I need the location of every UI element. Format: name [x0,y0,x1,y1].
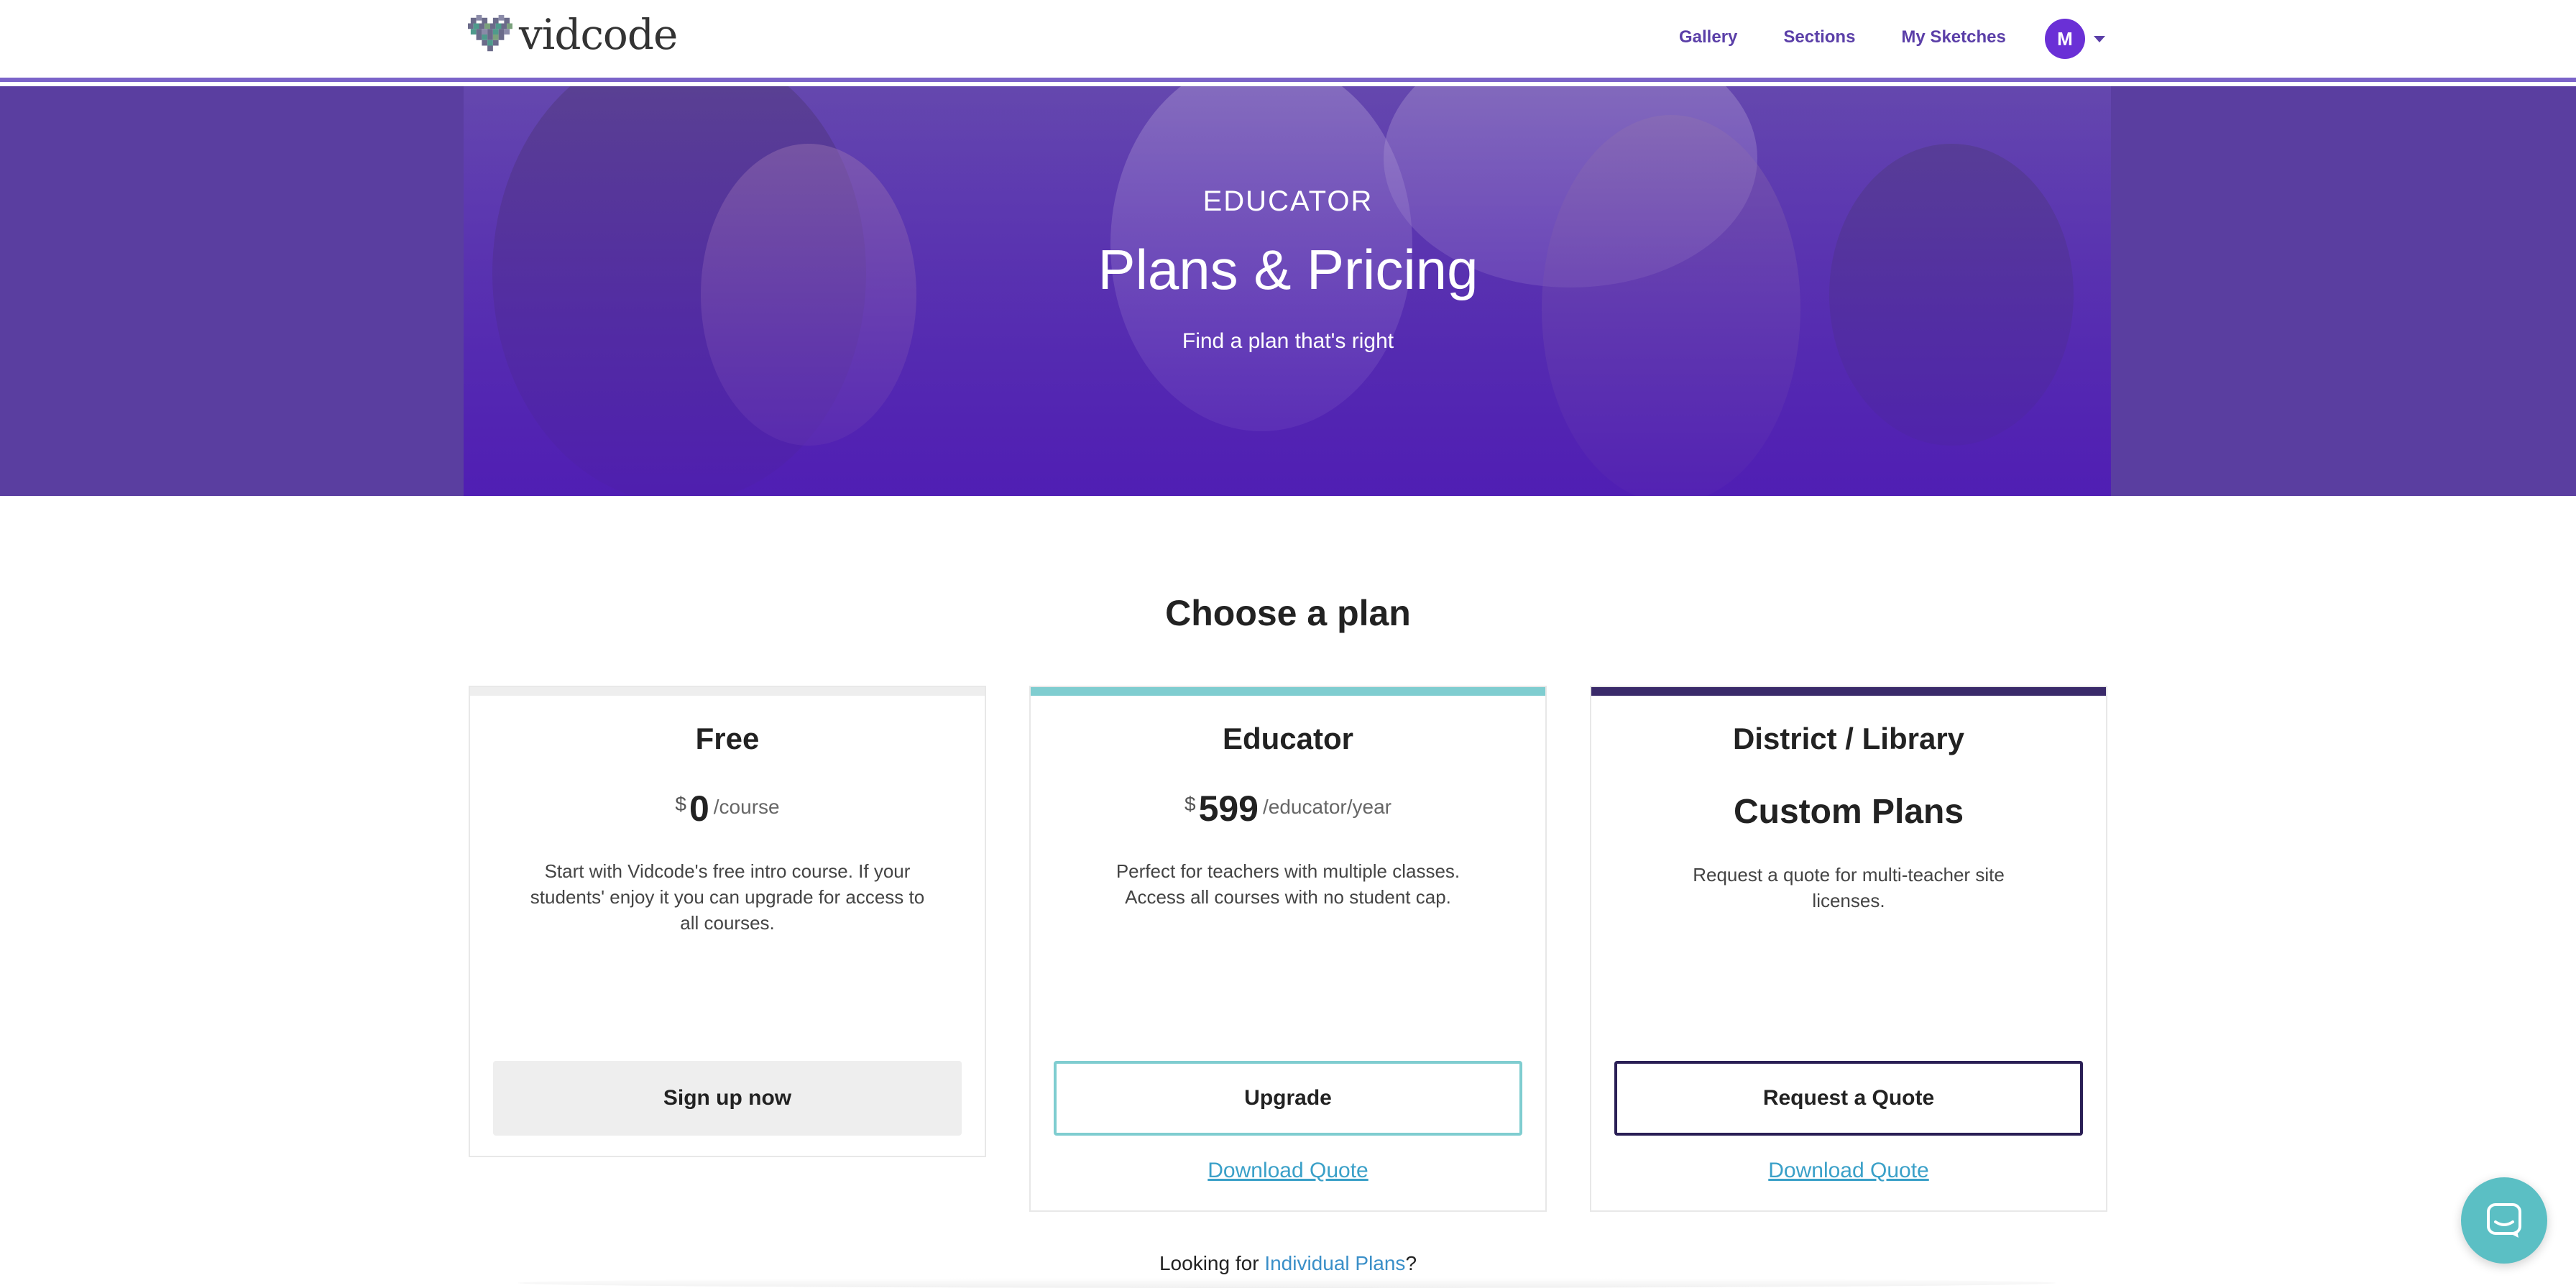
nav-link-sections[interactable]: Sections [1783,27,1855,47]
avatar[interactable]: M [2045,19,2085,59]
price-amount: 599 [1198,788,1259,829]
price-currency: $ [1184,793,1196,815]
plan-accent-bar [470,687,985,696]
chevron-down-icon[interactable] [2094,35,2105,42]
plan-description: Request a quote for multi-teacher site l… [1693,864,2005,911]
footer-shadow [518,1278,2056,1288]
vidcode-logo[interactable]: vidcode [467,10,678,59]
footer-suffix: ? [1405,1252,1417,1274]
pixel-heart-icon [468,14,512,52]
plan-name: Educator [1222,722,1354,755]
nav-link-gallery[interactable]: Gallery [1679,27,1737,47]
plan-card-free: Free $0/course Start with Vidcode's free… [469,686,986,1157]
hero-eyebrow: EDUCATOR [1202,185,1374,217]
plan-headline: Custom Plans [1733,793,1964,831]
hero-title: Plans & Pricing [1098,238,1478,301]
plan-name: Free [695,722,760,755]
hero-subtitle: Find a plan that's right [1182,329,1394,353]
footer-prefix: Looking for [1159,1252,1265,1274]
top-nav: vidcode Gallery Sections My Sketches M [0,0,2576,82]
nav-link-my-sketches[interactable]: My Sketches [1901,27,2005,47]
price-unit: /course [713,796,780,818]
plan-card-educator: Educator $599/educator/year Perfect for … [1029,686,1547,1212]
plan-accent-bar [1031,687,1545,696]
plan-description: Start with Vidcode's free intro course. … [530,860,925,934]
individual-plans-note: Looking for Individual Plans? [0,1252,2576,1275]
plan-name: District / Library [1732,722,1965,755]
individual-plans-link[interactable]: Individual Plans [1264,1252,1405,1274]
plan-price: $0/course [470,788,985,829]
price-unit: /educator/year [1263,796,1392,818]
sign-up-button[interactable]: Sign up now [493,1061,962,1136]
download-quote-link[interactable]: Download Quote [1591,1159,2106,1183]
logo-text: vidcode [519,10,678,59]
hero-banner: EDUCATOR Plans & Pricing Find a plan tha… [0,86,2576,496]
plan-card-district: District / Library Custom Plans Request … [1590,686,2107,1212]
price-currency: $ [675,793,686,815]
chat-launcher-button[interactable] [2461,1177,2547,1264]
request-quote-button[interactable]: Request a Quote [1614,1061,2083,1136]
plan-price: $599/educator/year [1031,788,1545,829]
download-quote-link[interactable]: Download Quote [1031,1159,1545,1183]
plan-description: Perfect for teachers with multiple class… [1116,860,1460,908]
upgrade-button[interactable]: Upgrade [1054,1061,1522,1136]
plan-accent-bar [1591,687,2106,696]
chat-icon [2487,1203,2521,1238]
user-menu[interactable]: M [2045,19,2105,59]
nav-links: Gallery Sections My Sketches [1679,0,2052,75]
section-title: Choose a plan [1165,593,1411,633]
price-amount: 0 [689,788,709,829]
